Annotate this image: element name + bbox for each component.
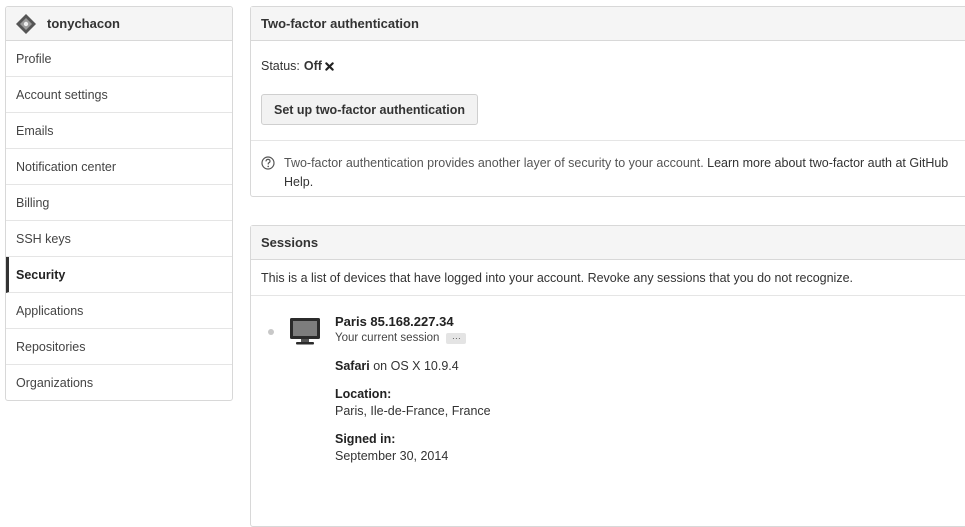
two-factor-help: Two-factor authentication provides anoth… [251,140,965,192]
sidebar-item-repositories[interactable]: Repositories [6,329,232,365]
current-session-label: Your current session ··· [335,330,491,347]
session-details: Paris 85.168.227.34 Your current session… [335,313,491,465]
two-factor-title: Two-factor authentication [251,7,965,41]
location-label: Location: [335,387,392,401]
session-location: Paris 85.168.227.34 [335,314,454,329]
question-circle-icon [261,156,275,170]
setup-two-factor-button[interactable]: Set up two-factor authentication [261,94,478,125]
session-signed-in-field: Signed in: September 30, 2014 [335,431,491,465]
session-browser: Safari on OS X 10.9.4 [335,358,491,375]
current-session-text: Your current session [335,332,440,344]
sidebar-item-organizations[interactable]: Organizations [6,365,232,400]
sidebar-item-billing[interactable]: Billing [6,185,232,221]
sidebar-menu: Profile Account settings Emails Notificatio… [6,41,232,400]
sidebar-item-profile[interactable]: Profile [6,41,232,77]
two-factor-panel: Two-factor authentication Status: Off Se… [250,6,965,197]
sessions-title: Sessions [251,226,965,260]
settings-sidebar: tonychacon Profile Account settings Emails… [5,6,233,401]
session-status-dot [268,329,274,335]
sidebar-item-notification-center[interactable]: Notification center [6,149,232,185]
sidebar-item-security[interactable]: Security [6,257,232,293]
signed-in-label: Signed in: [335,432,396,446]
session-more-button[interactable]: ··· [446,333,467,344]
help-text: Two-factor authentication provides anoth… [284,156,704,170]
session-location-field: Location: Paris, Ile-de-France, France [335,386,491,420]
monitor-icon [290,318,320,345]
sidebar-item-ssh-keys[interactable]: SSH keys [6,221,232,257]
two-factor-status: Status: Off [261,59,334,73]
signed-in-value: September 30, 2014 [335,449,449,463]
location-value: Paris, Ile-de-France, France [335,404,491,418]
status-value: Off [303,59,322,73]
sidebar-item-applications[interactable]: Applications [6,293,232,329]
sidebar-item-emails[interactable]: Emails [6,113,232,149]
sidebar-item-account-settings[interactable]: Account settings [6,77,232,113]
browser-name: Safari [335,359,370,373]
status-label: Status: [261,59,300,73]
sessions-panel: Sessions This is a list of devices that … [250,225,965,527]
x-icon [325,61,334,71]
sessions-description: This is a list of devices that have logg… [251,260,965,296]
sidebar-username: tonychacon [47,16,120,31]
avatar-icon [16,13,36,34]
browser-os: on OS X 10.9.4 [373,359,459,373]
sidebar-header: tonychacon [6,7,232,41]
